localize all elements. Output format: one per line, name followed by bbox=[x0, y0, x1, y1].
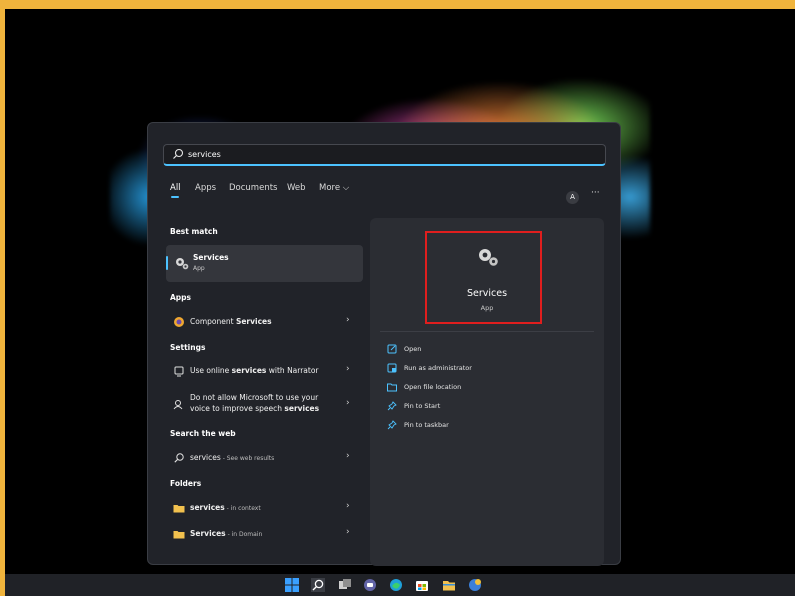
task-view-icon[interactable] bbox=[338, 578, 352, 592]
result-speech-setting[interactable]: Do not allow Microsoft to use your voice … bbox=[166, 390, 363, 418]
action-label: Pin to taskbar bbox=[404, 421, 449, 429]
component-services-icon bbox=[174, 317, 184, 327]
result-web-search[interactable]: services - See web results › bbox=[166, 449, 363, 467]
settings-heading: Settings bbox=[170, 343, 206, 352]
store-icon[interactable] bbox=[415, 578, 429, 592]
result-label: Component Services bbox=[190, 317, 272, 326]
best-match-heading: Best match bbox=[170, 227, 218, 236]
detail-pane: Services App Open Run as administrator O… bbox=[370, 218, 604, 566]
search-web-heading: Search the web bbox=[170, 429, 236, 438]
result-label: Do not allow Microsoft to use your voice … bbox=[190, 393, 320, 413]
apps-heading: Apps bbox=[170, 293, 192, 302]
search-icon bbox=[174, 453, 184, 463]
action-pin-to-taskbar[interactable]: Pin to taskbar bbox=[387, 419, 587, 433]
admin-icon bbox=[387, 363, 397, 373]
edge-icon[interactable] bbox=[389, 578, 403, 592]
action-open[interactable]: Open bbox=[387, 343, 587, 357]
highlight-annotation bbox=[425, 231, 542, 324]
action-open-file-location[interactable]: Open file location bbox=[387, 381, 587, 395]
chevron-right-icon: › bbox=[346, 364, 350, 374]
speech-icon bbox=[173, 400, 183, 410]
result-label: Services - in Domain bbox=[190, 529, 263, 538]
file-explorer-icon[interactable] bbox=[442, 578, 456, 592]
pin-icon bbox=[387, 401, 397, 411]
account-avatar[interactable]: A bbox=[566, 191, 579, 204]
action-label: Run as administrator bbox=[404, 364, 472, 372]
folders-heading: Folders bbox=[170, 479, 202, 488]
search-box[interactable] bbox=[163, 144, 606, 166]
tab-all[interactable]: All bbox=[170, 183, 181, 193]
narrator-icon bbox=[174, 366, 184, 377]
tab-web[interactable]: Web bbox=[287, 183, 306, 193]
tab-documents[interactable]: Documents bbox=[229, 183, 277, 193]
teams-icon[interactable] bbox=[363, 578, 377, 592]
search-icon[interactable] bbox=[311, 578, 325, 592]
result-folder-domain[interactable]: Services - in Domain › bbox=[166, 525, 363, 543]
chevron-right-icon: › bbox=[346, 527, 350, 537]
result-label: services - See web results bbox=[190, 453, 275, 462]
result-component-services[interactable]: Component Services › bbox=[166, 313, 363, 331]
tab-active-indicator bbox=[171, 196, 179, 198]
action-label: Open bbox=[404, 345, 422, 353]
action-run-as-admin[interactable]: Run as administrator bbox=[387, 362, 587, 376]
gear-icon bbox=[176, 258, 189, 270]
tab-apps[interactable]: Apps bbox=[195, 183, 216, 193]
chevron-right-icon: › bbox=[346, 501, 350, 511]
result-label: services - in context bbox=[190, 503, 261, 512]
app-icon[interactable] bbox=[468, 578, 482, 592]
result-narrator-setting[interactable]: Use online services with Narrator › bbox=[166, 362, 363, 380]
selection-indicator bbox=[166, 256, 168, 270]
chevron-right-icon: › bbox=[346, 315, 350, 325]
folder-icon bbox=[173, 505, 185, 513]
divider bbox=[380, 331, 594, 332]
action-pin-to-start[interactable]: Pin to Start bbox=[387, 400, 587, 414]
windows-icon[interactable] bbox=[285, 578, 299, 592]
pin-icon bbox=[387, 420, 397, 430]
result-label: Use online services with Narrator bbox=[190, 366, 319, 375]
result-folder-context[interactable]: services - in context › bbox=[166, 499, 363, 517]
search-icon bbox=[173, 148, 184, 159]
best-match-subtitle: App bbox=[193, 265, 205, 272]
open-icon bbox=[387, 344, 397, 354]
start-search-panel: All Apps Documents Web More ⌵ A ··· Best… bbox=[147, 122, 621, 566]
action-label: Open file location bbox=[404, 383, 462, 391]
best-match-title: Services bbox=[193, 253, 229, 262]
search-input[interactable] bbox=[188, 147, 588, 162]
more-options-button[interactable]: ··· bbox=[591, 188, 600, 198]
file-location-icon bbox=[387, 383, 397, 392]
folder-icon bbox=[173, 531, 185, 539]
tab-more[interactable]: More ⌵ bbox=[319, 183, 349, 193]
desktop: All Apps Documents Web More ⌵ A ··· Best… bbox=[5, 9, 795, 574]
taskbar bbox=[5, 574, 795, 596]
chevron-right-icon: › bbox=[346, 398, 350, 408]
action-label: Pin to Start bbox=[404, 402, 441, 410]
chevron-right-icon: › bbox=[346, 451, 350, 461]
best-match-services[interactable]: Services App bbox=[166, 245, 363, 282]
